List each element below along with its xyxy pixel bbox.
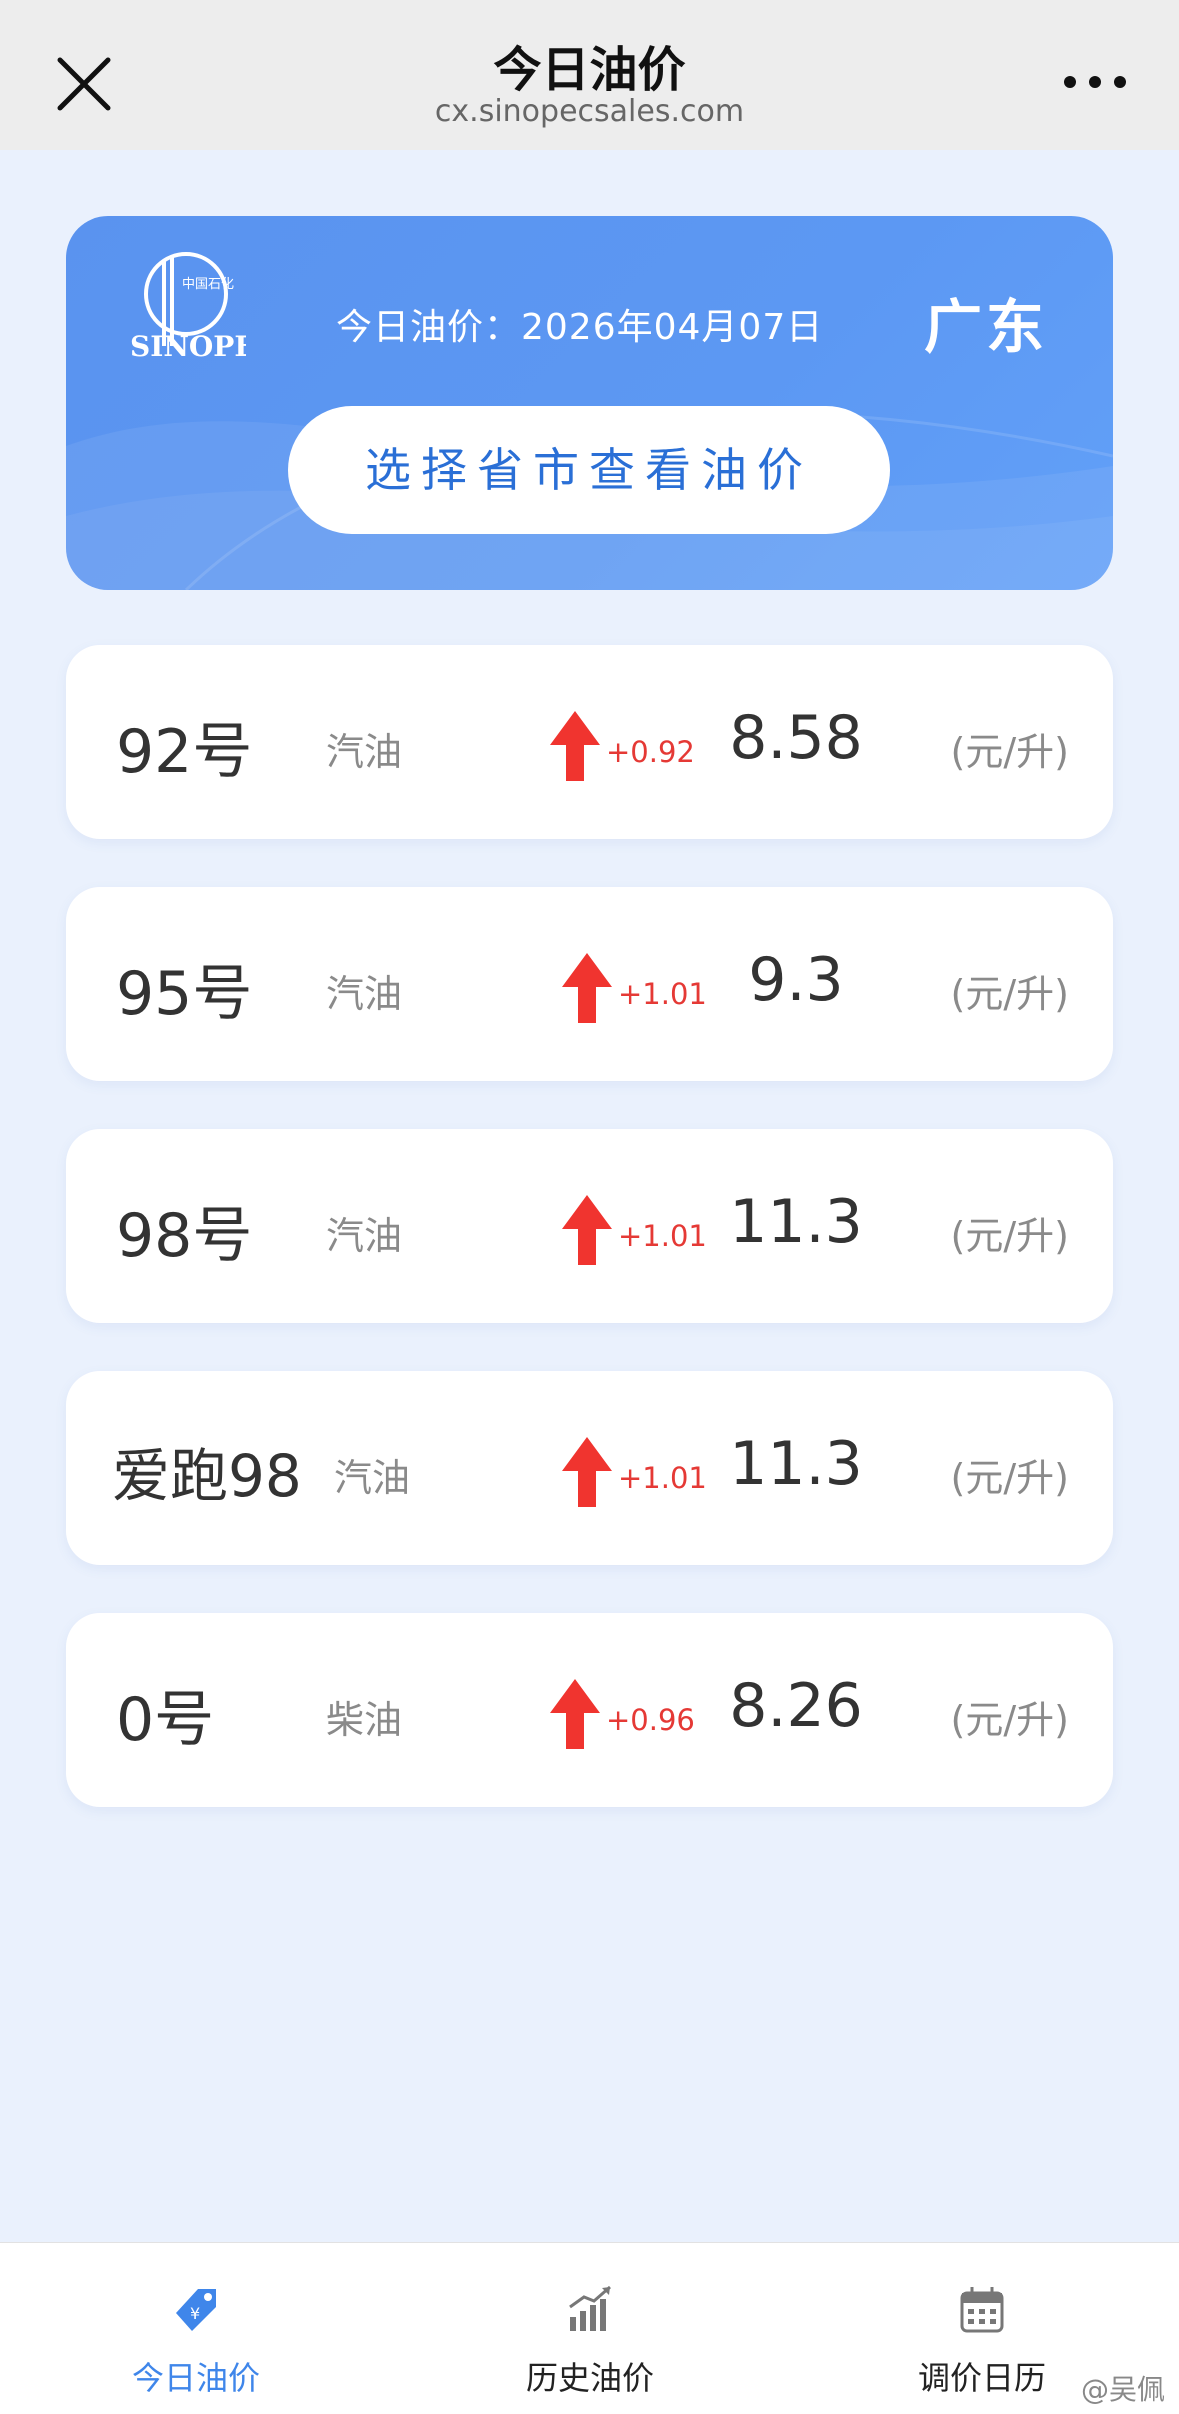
price-unit: (元/升) [950,730,1069,774]
bar-chart-icon [569,2285,611,2331]
sinopec-logo: 中国石化 SINOPEC [130,252,246,363]
price-up-arrow-icon [550,1679,600,1749]
tag-icon: ¥ [176,2289,216,2331]
price-row-92: 92号 汽油 +0.92 8.58 (元/升) [66,645,1113,839]
bottom-tab-bar: ¥ 今日油价 历史油价 调价日历 [0,2242,1179,2414]
price-row-aipao-98: 爱跑98 汽油 +1.01 11.3 (元/升) [66,1371,1113,1565]
price-unit: (元/升) [950,1214,1069,1258]
tab-today-price[interactable]: ¥ 今日油价 [46,2243,346,2414]
price-up-arrow-icon [562,1195,612,1265]
date-label: 今日油价：2026年04月07日 [336,307,824,348]
tab-label: 今日油价 [131,2359,260,2397]
price-up-arrow-icon [550,711,600,781]
fuel-kind: 汽油 [334,1456,411,1500]
svg-text:¥: ¥ [190,2304,200,2323]
more-options-icon[interactable] [1060,62,1130,102]
price-row-98: 98号 汽油 +1.01 11.3 (元/升) [66,1129,1113,1323]
svg-text:中国石化: 中国石化 [182,277,234,292]
price-unit: (元/升) [950,1698,1069,1742]
fuel-kind: 汽油 [326,730,403,774]
fuel-kind: 汽油 [326,1214,403,1258]
price-unit: (元/升) [950,1456,1069,1500]
calendar-icon [960,2287,1004,2333]
page-url: cx.sinopecsales.com [434,94,745,129]
fuel-grade: 95号 [116,959,253,1029]
price-unit: (元/升) [950,972,1069,1016]
top-nav-bar: 今日油价 cx.sinopecsales.com [0,0,1179,150]
page-title: 今日油价 [493,42,686,98]
price-value: 11.3 [729,1429,863,1499]
fuel-grade: 92号 [116,717,253,787]
price-value: 11.3 [729,1187,863,1257]
price-up-arrow-icon [562,1437,612,1507]
price-row-diesel-0: 0号 柴油 +0.96 8.26 (元/升) [66,1613,1113,1807]
price-header-card: 中国石化 SINOPEC 今日油价：2026年04月07日 广东 选择省市查看油… [66,216,1113,590]
fuel-grade: 0号 [116,1685,215,1755]
price-value: 8.26 [729,1671,863,1741]
tab-label: 历史油价 [525,2359,654,2397]
svg-text:SINOPEC: SINOPEC [130,330,246,363]
tab-price-history[interactable]: 历史油价 [440,2243,740,2414]
fuel-grade: 98号 [116,1201,253,1271]
price-value: 9.3 [748,945,844,1015]
fuel-grade: 爱跑98 [112,1442,302,1510]
fuel-kind: 柴油 [326,1698,403,1742]
price-value: 8.58 [729,703,863,773]
select-region-button[interactable]: 选择省市查看油价 [288,406,890,534]
province-label[interactable]: 广东 [924,280,1048,364]
fuel-kind: 汽油 [326,972,403,1016]
price-row-95: 95号 汽油 +1.01 9.3 (元/升) [66,887,1113,1081]
price-up-arrow-icon [562,953,612,1023]
watermark: @吴佩 [1080,2373,1165,2406]
